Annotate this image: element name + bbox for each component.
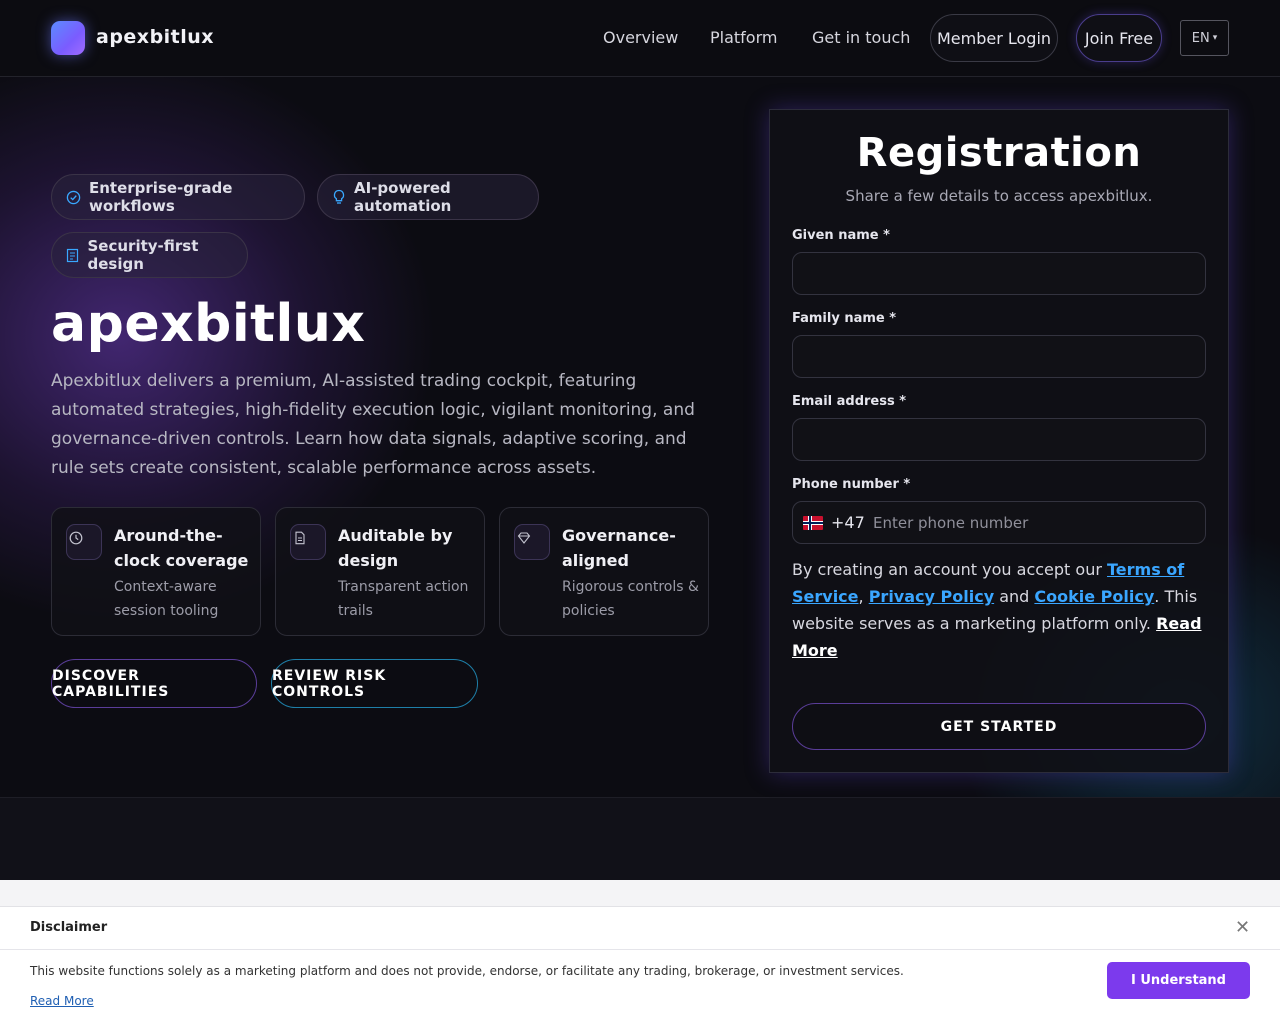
phone-dial-code[interactable]: +47 bbox=[831, 513, 865, 532]
feature-title: Governance-aligned bbox=[562, 526, 676, 570]
phone-label: Phone number * bbox=[792, 477, 911, 492]
nav-overview-link[interactable]: Overview bbox=[603, 28, 678, 47]
clock-icon bbox=[66, 524, 102, 560]
family-name-field[interactable] bbox=[792, 335, 1206, 378]
given-name-label: Given name * bbox=[792, 228, 890, 243]
phone-field-group: +47 bbox=[792, 501, 1206, 544]
terms-notice: By creating an account you accept our Te… bbox=[792, 556, 1206, 664]
feature-subtitle: Context-aware session tooling bbox=[114, 579, 219, 619]
hero-title: apexbitlux bbox=[51, 294, 366, 354]
badge-label: Security-first design bbox=[87, 237, 199, 273]
registration-form: Registration Share a few details to acce… bbox=[769, 109, 1229, 773]
feature-card-governance: Governance-aligned Rigorous controls & p… bbox=[499, 507, 709, 636]
brand-name[interactable]: apexbitlux bbox=[96, 26, 214, 48]
email-label: Email address * bbox=[792, 394, 907, 409]
nav-contact-link[interactable]: Get in touch bbox=[812, 28, 910, 47]
join-free-button[interactable]: Join Free bbox=[1076, 14, 1162, 62]
terms-prefix: By creating an account you accept our bbox=[792, 560, 1107, 579]
check-circle-icon bbox=[66, 189, 81, 205]
feature-title: Around-the-clock coverage bbox=[114, 526, 249, 570]
form-subtitle: Share a few details to access apexbitlux… bbox=[845, 187, 1153, 205]
shield-icon bbox=[66, 247, 80, 263]
badge-ai-automation: AI-powered automation bbox=[317, 174, 539, 220]
discover-capabilities-button[interactable]: DISCOVER CAPABILITIES bbox=[51, 659, 257, 708]
phone-field[interactable] bbox=[863, 502, 1203, 543]
terms-and: and bbox=[994, 587, 1035, 606]
disclaimer-banner: Disclaimer ✕ This website functions sole… bbox=[0, 906, 1280, 1024]
chevron-down-icon: ▾ bbox=[1212, 33, 1218, 43]
disclaimer-read-more-link[interactable]: Read More bbox=[30, 994, 94, 1008]
cookie-strip bbox=[0, 880, 1280, 906]
diamond-icon bbox=[514, 524, 550, 560]
feature-card-coverage: Around-the-clock coverage Context-aware … bbox=[51, 507, 261, 636]
badge-label: AI-powered automation bbox=[354, 179, 452, 215]
norway-flag-icon[interactable] bbox=[803, 516, 823, 530]
nav-platform-link[interactable]: Platform bbox=[710, 28, 777, 47]
terms-comma: , bbox=[858, 587, 864, 606]
disclaimer-text: This website functions solely as a marke… bbox=[30, 964, 904, 978]
given-name-field[interactable] bbox=[792, 252, 1206, 295]
lightbulb-icon bbox=[332, 189, 346, 205]
family-name-label: Family name * bbox=[792, 311, 897, 326]
form-title: Registration bbox=[856, 130, 1142, 176]
badge-enterprise-workflows: Enterprise-grade workflows bbox=[51, 174, 305, 220]
member-login-button[interactable]: Member Login bbox=[930, 14, 1058, 62]
badge-security-first: Security-first design bbox=[51, 232, 248, 278]
privacy-policy-link[interactable]: Privacy Policy bbox=[869, 587, 994, 606]
close-icon[interactable]: ✕ bbox=[1235, 917, 1250, 938]
hero-description: Apexbitlux delivers a premium, AI-assist… bbox=[51, 371, 695, 478]
disclaimer-header: Disclaimer ✕ bbox=[0, 907, 1280, 950]
email-field[interactable] bbox=[792, 418, 1206, 461]
language-code: EN bbox=[1191, 30, 1210, 46]
cookie-policy-link[interactable]: Cookie Policy bbox=[1034, 587, 1154, 606]
feature-title: Auditable by design bbox=[338, 526, 453, 570]
feature-subtitle: Rigorous controls & policies bbox=[562, 579, 699, 619]
document-icon bbox=[290, 524, 326, 560]
get-started-button[interactable]: GET STARTED bbox=[792, 703, 1206, 750]
badge-label: Enterprise-grade workflows bbox=[89, 179, 233, 215]
feature-subtitle: Transparent action trails bbox=[338, 579, 469, 619]
next-section bbox=[0, 798, 1280, 880]
i-understand-button[interactable]: I Understand bbox=[1107, 962, 1250, 999]
top-navigation-bar: apexbitlux Overview Platform Get in touc… bbox=[0, 0, 1280, 77]
brand-logo-icon[interactable] bbox=[51, 21, 85, 55]
feature-card-auditable: Auditable by design Transparent action t… bbox=[275, 507, 485, 636]
language-selector[interactable]: EN ▾ bbox=[1180, 20, 1229, 56]
review-risk-controls-button[interactable]: REVIEW RISK CONTROLS bbox=[271, 659, 478, 708]
disclaimer-title: Disclaimer bbox=[30, 920, 108, 935]
